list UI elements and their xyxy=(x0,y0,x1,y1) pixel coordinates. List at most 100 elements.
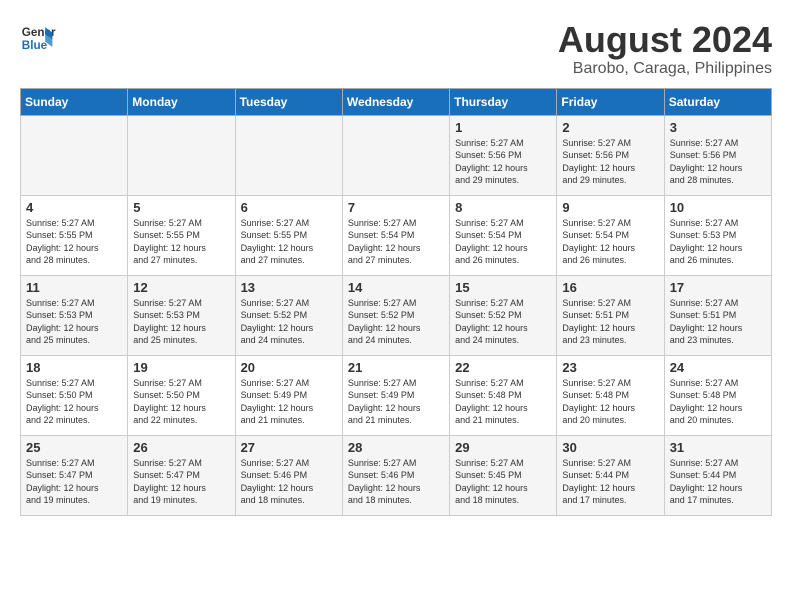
day-number: 31 xyxy=(670,440,766,455)
day-info: Sunrise: 5:27 AM Sunset: 5:56 PM Dayligh… xyxy=(670,137,766,187)
day-number: 3 xyxy=(670,120,766,135)
day-number: 21 xyxy=(348,360,444,375)
day-number: 23 xyxy=(562,360,658,375)
day-cell: 8 Sunrise: 5:27 AM Sunset: 5:54 PM Daylig… xyxy=(450,195,557,275)
day-cell: 3 Sunrise: 5:27 AM Sunset: 5:56 PM Daylig… xyxy=(664,115,771,195)
day-info: Sunrise: 5:27 AM Sunset: 5:55 PM Dayligh… xyxy=(26,217,122,267)
day-number: 7 xyxy=(348,200,444,215)
day-info: Sunrise: 5:27 AM Sunset: 5:54 PM Dayligh… xyxy=(348,217,444,267)
week-row-0: 1 Sunrise: 5:27 AM Sunset: 5:56 PM Daylig… xyxy=(21,115,772,195)
day-info: Sunrise: 5:27 AM Sunset: 5:45 PM Dayligh… xyxy=(455,457,551,507)
day-cell xyxy=(21,115,128,195)
day-info: Sunrise: 5:27 AM Sunset: 5:52 PM Dayligh… xyxy=(241,297,337,347)
day-info: Sunrise: 5:27 AM Sunset: 5:54 PM Dayligh… xyxy=(562,217,658,267)
day-cell: 18 Sunrise: 5:27 AM Sunset: 5:50 PM Dayli… xyxy=(21,355,128,435)
svg-text:Blue: Blue xyxy=(22,39,48,52)
day-number: 17 xyxy=(670,280,766,295)
day-number: 10 xyxy=(670,200,766,215)
day-info: Sunrise: 5:27 AM Sunset: 5:48 PM Dayligh… xyxy=(562,377,658,427)
day-number: 27 xyxy=(241,440,337,455)
day-number: 29 xyxy=(455,440,551,455)
day-number: 22 xyxy=(455,360,551,375)
day-cell: 10Sunrise: 5:27 AM Sunset: 5:53 PM Dayli… xyxy=(664,195,771,275)
day-info: Sunrise: 5:27 AM Sunset: 5:53 PM Dayligh… xyxy=(26,297,122,347)
page-header: General Blue August 2024 Barobo, Caraga,… xyxy=(20,20,772,78)
day-number: 28 xyxy=(348,440,444,455)
day-cell: 9 Sunrise: 5:27 AM Sunset: 5:54 PM Daylig… xyxy=(557,195,664,275)
week-row-1: 4 Sunrise: 5:27 AM Sunset: 5:55 PM Daylig… xyxy=(21,195,772,275)
day-number: 1 xyxy=(455,120,551,135)
week-row-3: 18 Sunrise: 5:27 AM Sunset: 5:50 PM Dayli… xyxy=(21,355,772,435)
header-tuesday: Tuesday xyxy=(235,88,342,115)
day-number: 2 xyxy=(562,120,658,135)
day-number: 20 xyxy=(241,360,337,375)
logo-icon: General Blue xyxy=(20,20,56,56)
day-number: 9 xyxy=(562,200,658,215)
day-cell: 14 Sunrise: 5:27 AM Sunset: 5:52 PM Dayli… xyxy=(342,275,449,355)
day-cell: 22Sunrise: 5:27 AM Sunset: 5:48 PM Dayli… xyxy=(450,355,557,435)
day-cell: 27 Sunrise: 5:27 AM Sunset: 5:46 PM Dayli… xyxy=(235,435,342,515)
day-number: 11 xyxy=(26,280,122,295)
day-number: 14 xyxy=(348,280,444,295)
day-info: Sunrise: 5:27 AM Sunset: 5:47 PM Dayligh… xyxy=(133,457,229,507)
day-cell xyxy=(342,115,449,195)
header-friday: Friday xyxy=(557,88,664,115)
day-info: Sunrise: 5:27 AM Sunset: 5:49 PM Dayligh… xyxy=(348,377,444,427)
logo: General Blue xyxy=(20,20,56,56)
header-monday: Monday xyxy=(128,88,235,115)
day-number: 26 xyxy=(133,440,229,455)
day-info: Sunrise: 5:27 AM Sunset: 5:52 PM Dayligh… xyxy=(455,297,551,347)
day-number: 5 xyxy=(133,200,229,215)
day-cell: 30Sunrise: 5:27 AM Sunset: 5:44 PM Dayli… xyxy=(557,435,664,515)
day-info: Sunrise: 5:27 AM Sunset: 5:46 PM Dayligh… xyxy=(241,457,337,507)
day-info: Sunrise: 5:27 AM Sunset: 5:52 PM Dayligh… xyxy=(348,297,444,347)
day-info: Sunrise: 5:27 AM Sunset: 5:50 PM Dayligh… xyxy=(133,377,229,427)
day-info: Sunrise: 5:27 AM Sunset: 5:47 PM Dayligh… xyxy=(26,457,122,507)
header-wednesday: Wednesday xyxy=(342,88,449,115)
day-cell: 23 Sunrise: 5:27 AM Sunset: 5:48 PM Dayli… xyxy=(557,355,664,435)
day-cell: 5 Sunrise: 5:27 AM Sunset: 5:55 PM Daylig… xyxy=(128,195,235,275)
day-number: 4 xyxy=(26,200,122,215)
day-info: Sunrise: 5:27 AM Sunset: 5:55 PM Dayligh… xyxy=(241,217,337,267)
day-number: 25 xyxy=(26,440,122,455)
day-info: Sunrise: 5:27 AM Sunset: 5:53 PM Dayligh… xyxy=(133,297,229,347)
header-thursday: Thursday xyxy=(450,88,557,115)
month-year-title: August 2024 xyxy=(558,20,772,60)
day-info: Sunrise: 5:27 AM Sunset: 5:54 PM Dayligh… xyxy=(455,217,551,267)
day-info: Sunrise: 5:27 AM Sunset: 5:55 PM Dayligh… xyxy=(133,217,229,267)
day-cell: 16 Sunrise: 5:27 AM Sunset: 5:51 PM Dayli… xyxy=(557,275,664,355)
day-number: 8 xyxy=(455,200,551,215)
day-info: Sunrise: 5:27 AM Sunset: 5:49 PM Dayligh… xyxy=(241,377,337,427)
day-number: 19 xyxy=(133,360,229,375)
day-number: 24 xyxy=(670,360,766,375)
day-cell: 13 Sunrise: 5:27 AM Sunset: 5:52 PM Dayli… xyxy=(235,275,342,355)
calendar-body: 1 Sunrise: 5:27 AM Sunset: 5:56 PM Daylig… xyxy=(21,115,772,515)
day-cell: 7 Sunrise: 5:27 AM Sunset: 5:54 PM Daylig… xyxy=(342,195,449,275)
day-cell: 19 Sunrise: 5:27 AM Sunset: 5:50 PM Dayli… xyxy=(128,355,235,435)
title-block: August 2024 Barobo, Caraga, Philippines xyxy=(558,20,772,78)
week-row-2: 11 Sunrise: 5:27 AM Sunset: 5:53 PM Dayli… xyxy=(21,275,772,355)
day-number: 13 xyxy=(241,280,337,295)
day-info: Sunrise: 5:27 AM Sunset: 5:50 PM Dayligh… xyxy=(26,377,122,427)
day-info: Sunrise: 5:27 AM Sunset: 5:46 PM Dayligh… xyxy=(348,457,444,507)
location-subtitle: Barobo, Caraga, Philippines xyxy=(558,60,772,78)
header-saturday: Saturday xyxy=(664,88,771,115)
day-number: 16 xyxy=(562,280,658,295)
day-cell: 21 Sunrise: 5:27 AM Sunset: 5:49 PM Dayli… xyxy=(342,355,449,435)
day-number: 30 xyxy=(562,440,658,455)
day-cell: 29 Sunrise: 5:27 AM Sunset: 5:45 PM Dayli… xyxy=(450,435,557,515)
day-cell: 20 Sunrise: 5:27 AM Sunset: 5:49 PM Dayli… xyxy=(235,355,342,435)
day-cell: 26 Sunrise: 5:27 AM Sunset: 5:47 PM Dayli… xyxy=(128,435,235,515)
day-number: 18 xyxy=(26,360,122,375)
day-info: Sunrise: 5:27 AM Sunset: 5:51 PM Dayligh… xyxy=(562,297,658,347)
day-cell: 6 Sunrise: 5:27 AM Sunset: 5:55 PM Daylig… xyxy=(235,195,342,275)
calendar-header-row: SundayMondayTuesdayWednesdayThursdayFrid… xyxy=(21,88,772,115)
day-number: 15 xyxy=(455,280,551,295)
day-cell xyxy=(128,115,235,195)
day-number: 6 xyxy=(241,200,337,215)
day-cell: 31Sunrise: 5:27 AM Sunset: 5:44 PM Dayli… xyxy=(664,435,771,515)
day-info: Sunrise: 5:27 AM Sunset: 5:56 PM Dayligh… xyxy=(455,137,551,187)
day-cell: 24Sunrise: 5:27 AM Sunset: 5:48 PM Dayli… xyxy=(664,355,771,435)
header-sunday: Sunday xyxy=(21,88,128,115)
day-cell: 17Sunrise: 5:27 AM Sunset: 5:51 PM Dayli… xyxy=(664,275,771,355)
